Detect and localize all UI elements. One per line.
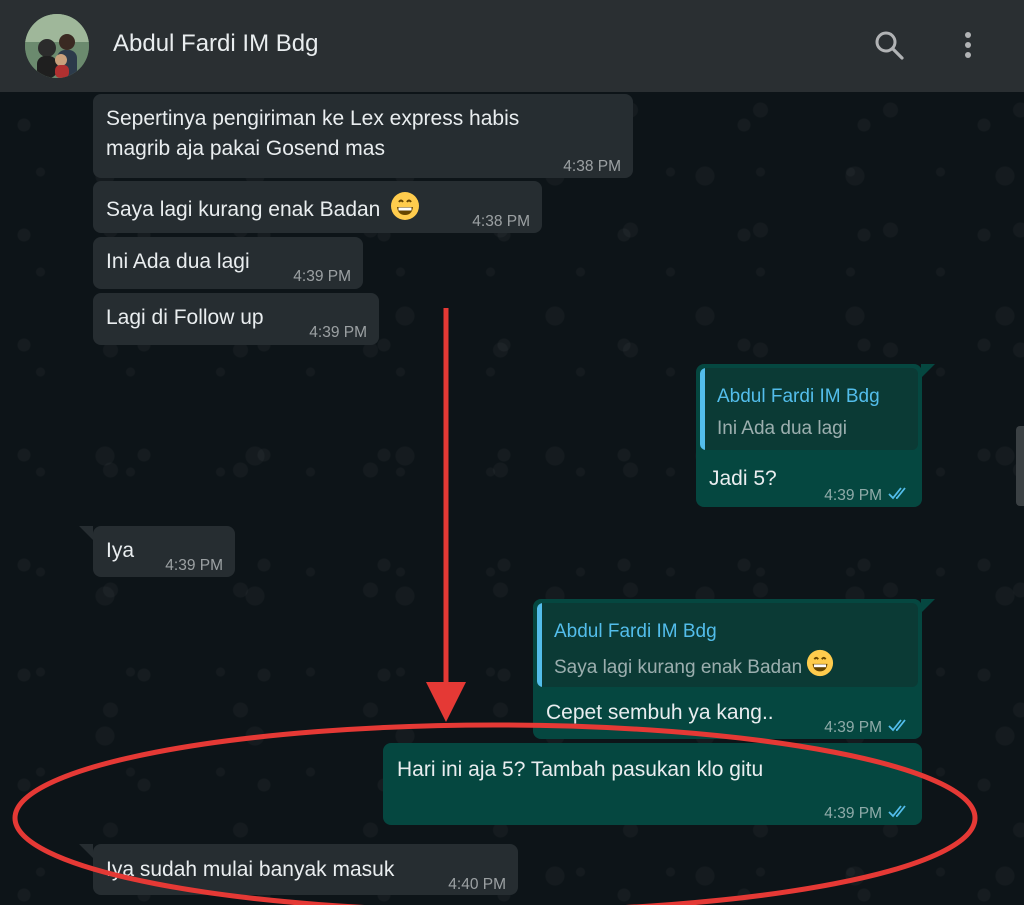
bubble-tail (79, 526, 93, 540)
message-time: 4:39 PM (824, 799, 910, 829)
message-time: 4:39 PM (165, 557, 223, 574)
chat-header: Abdul Fardi IM Bdg (0, 0, 1024, 92)
conversation-panel[interactable]: Sepertinya pengiriman ke Lex express hab… (0, 92, 1024, 905)
quote-text: Ini Ada dua lagi (717, 418, 847, 439)
scrollbar[interactable] (1016, 426, 1024, 506)
bubble-tail (921, 599, 935, 613)
message-text: Iya (106, 539, 135, 562)
message-text: Iya sudah mulai banyak masuk (106, 858, 395, 881)
message-time: 4:39 PM (293, 268, 351, 285)
message-text: Hari ini aja 5? Tambah pasukan klo gitu (397, 758, 764, 781)
message-time: 4:39 PM (824, 713, 910, 743)
double-check-icon (888, 799, 910, 829)
message-incoming[interactable]: Iya sudah mulai banyak masuk 4:40 PM (93, 844, 518, 895)
message-time: 4:39 PM (824, 481, 910, 511)
quote-author: Abdul Fardi IM Bdg (717, 386, 880, 407)
message-incoming[interactable]: Ini Ada dua lagi 4:39 PM (93, 237, 363, 289)
message-text: Sepertinya pengiriman ke Lex express hab… (106, 107, 520, 130)
double-check-icon (888, 481, 910, 511)
quote-accent-bar (700, 368, 705, 450)
grinning-face-emoji (390, 191, 420, 230)
message-incoming[interactable]: Lagi di Follow up 4:39 PM (93, 293, 379, 345)
message-outgoing[interactable]: Hari ini aja 5? Tambah pasukan klo gitu … (383, 743, 922, 825)
contact-name[interactable]: Abdul Fardi IM Bdg (113, 30, 318, 58)
quote-accent-bar (537, 603, 542, 687)
message-text: Ini Ada dua lagi (106, 250, 250, 273)
message-time: 4:38 PM (563, 158, 621, 175)
group-photo-avatar (25, 14, 89, 78)
message-outgoing[interactable]: Abdul Fardi IM Bdg Ini Ada dua lagi Jadi… (696, 364, 922, 507)
contact-avatar[interactable] (25, 14, 89, 78)
quote-text: Saya lagi kurang enak Badan (554, 649, 834, 687)
bubble-tail (921, 364, 935, 378)
message-time: 4:40 PM (448, 876, 506, 893)
message-text: Saya lagi kurang enak Badan (106, 198, 381, 222)
message-text: Cepet sembuh ya kang.. (546, 701, 774, 724)
message-text: magrib aja pakai Gosend mas (106, 137, 385, 160)
quoted-message[interactable]: Abdul Fardi IM Bdg Saya lagi kurang enak… (537, 603, 918, 687)
quoted-message[interactable]: Abdul Fardi IM Bdg Ini Ada dua lagi (700, 368, 918, 450)
message-incoming[interactable]: Saya lagi kurang enak Badan 4:38 PM (93, 181, 542, 233)
quote-author: Abdul Fardi IM Bdg (554, 621, 717, 642)
grinning-face-emoji (806, 649, 834, 687)
message-text: Lagi di Follow up (106, 306, 264, 329)
bubble-tail (79, 844, 93, 858)
message-incoming[interactable]: Iya 4:39 PM (93, 526, 235, 577)
search-icon[interactable] (872, 28, 906, 62)
double-check-icon (888, 713, 910, 743)
message-incoming[interactable]: Sepertinya pengiriman ke Lex express hab… (93, 94, 633, 178)
more-vertical-icon[interactable] (951, 28, 985, 62)
message-outgoing[interactable]: Abdul Fardi IM Bdg Saya lagi kurang enak… (533, 599, 922, 739)
message-time: 4:39 PM (309, 324, 367, 341)
message-text: Jadi 5? (709, 467, 777, 490)
message-time: 4:38 PM (472, 213, 530, 230)
